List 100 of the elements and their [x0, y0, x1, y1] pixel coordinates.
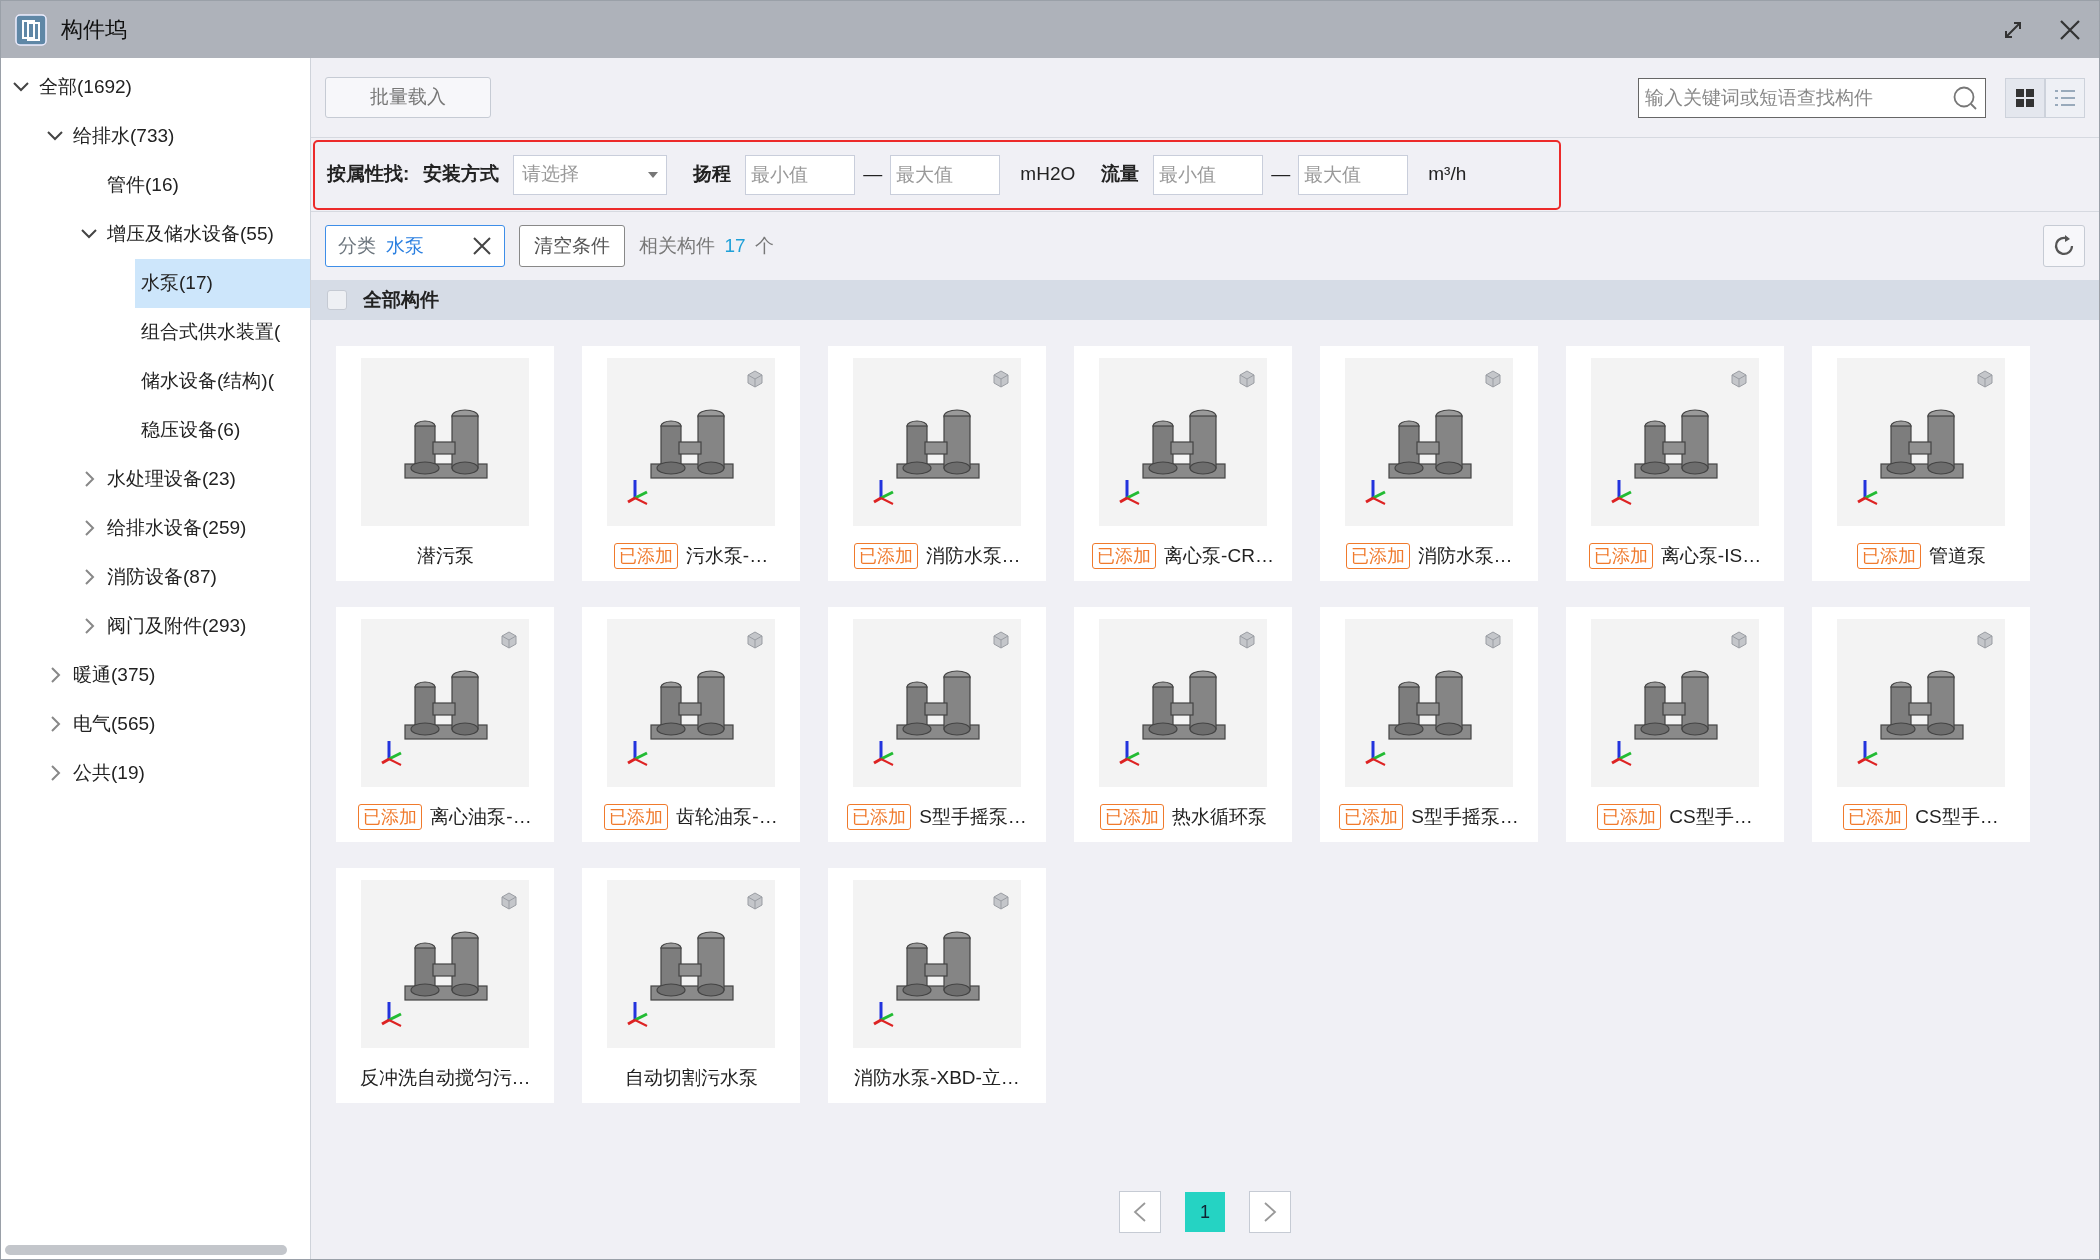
unit-label: m³/h — [1428, 162, 1467, 187]
component-card[interactable]: 已添加 消防水泵… — [1320, 346, 1538, 581]
added-tag: 已添加 — [1092, 543, 1157, 570]
component-name: 热水循环泵 — [1171, 805, 1267, 829]
tree-item[interactable]: 稳压设备(6) — [135, 412, 247, 449]
added-tag: 已添加 — [1597, 804, 1662, 831]
filter-chip[interactable]: 分类 水泵 — [325, 225, 505, 267]
component-card[interactable]: 已添加 管道泵 — [1812, 346, 2030, 581]
component-card[interactable]: 消防水泵-XBD-立… — [828, 868, 1046, 1103]
cube-icon — [747, 892, 763, 910]
added-tag: 已添加 — [1856, 543, 1921, 570]
cube-icon — [1977, 370, 1993, 388]
batch-load-button[interactable]: 批量载入 — [325, 77, 491, 118]
field-label: 扬程 — [693, 162, 732, 187]
component-card[interactable]: 已添加 热水循环泵 — [1074, 607, 1292, 842]
component-card[interactable]: 已添加 齿轮油泵-… — [582, 607, 800, 842]
chevron-left-icon[interactable] — [1133, 1201, 1147, 1223]
tree-item[interactable]: 增压及储水设备(55) — [101, 216, 280, 253]
tree-item[interactable]: 暖通(375) — [67, 657, 162, 694]
cube-icon — [1485, 631, 1501, 649]
component-name: S型手摇泵… — [919, 805, 1027, 829]
component-card[interactable]: 已添加 离心泵-IS… — [1566, 346, 1784, 581]
component-card[interactable]: 已添加 污水泵-… — [582, 346, 800, 581]
chevron-right-icon[interactable] — [1263, 1201, 1277, 1223]
close-icon[interactable] — [472, 236, 492, 256]
count-value: 17 — [724, 233, 746, 258]
horizontal-scrollbar[interactable] — [5, 1245, 287, 1255]
min-value-field[interactable]: 最小值 — [1153, 154, 1264, 195]
count-label: 相关构件 — [639, 233, 715, 258]
component-name: 管道泵 — [1928, 544, 1986, 568]
component-card[interactable]: 已添加 CS型手… — [1812, 607, 2030, 842]
added-tag: 已添加 — [604, 804, 669, 831]
tree-item[interactable]: 组合式供水装置( — [135, 314, 287, 351]
component-card[interactable]: 已添加 S型手摇泵… — [828, 607, 1046, 842]
component-card[interactable]: 反冲洗自动搅匀污… — [336, 868, 554, 1103]
component-name: CS型手… — [1669, 805, 1753, 829]
tree-item[interactable]: 水处理设备(23) — [101, 461, 242, 498]
tree-item[interactable]: 水泵(17) — [135, 259, 310, 308]
component-card[interactable]: 已添加 离心泵-CR… — [1074, 346, 1292, 581]
cube-icon — [1731, 370, 1747, 388]
field-label: 安装方式 — [423, 162, 500, 187]
cube-icon — [1977, 631, 1993, 649]
list-icon[interactable] — [2054, 87, 2076, 108]
component-name: 潜污泵 — [416, 544, 474, 568]
cube-icon — [501, 631, 517, 649]
previous-page-button[interactable] — [1119, 1191, 1161, 1233]
min-value-field[interactable]: 最小值 — [745, 154, 856, 195]
component-card[interactable]: 已添加 消防水泵… — [828, 346, 1046, 581]
component-card[interactable]: 已添加 CS型手… — [1566, 607, 1784, 842]
component-card[interactable]: 潜污泵 — [336, 346, 554, 581]
component-name: 离心泵-IS… — [1660, 544, 1762, 568]
added-tag: 已添加 — [1588, 543, 1653, 570]
tree-item[interactable]: 储水设备(结构)( — [135, 363, 280, 400]
clear-conditions-button[interactable]: 清空条件 — [519, 225, 625, 267]
cube-icon — [501, 892, 517, 910]
added-tag: 已添加 — [853, 543, 918, 570]
tree-item[interactable]: 给排水(733) — [67, 118, 181, 155]
tree-item[interactable]: 管件(16) — [101, 167, 185, 204]
range-dash: — — [863, 162, 883, 187]
next-page-button[interactable] — [1249, 1191, 1291, 1233]
component-name: 污水泵-… — [685, 544, 769, 568]
tree-item[interactable]: 电气(565) — [67, 706, 162, 743]
dropdown-caret-icon — [648, 171, 659, 178]
close-icon[interactable] — [2059, 18, 2081, 41]
added-tag: 已添加 — [1339, 804, 1404, 831]
grid-icon[interactable] — [2015, 87, 2035, 108]
refresh-button[interactable] — [2043, 225, 2085, 267]
tree-item[interactable]: 阀门及附件(293) — [101, 608, 253, 645]
checkbox[interactable] — [327, 290, 347, 310]
search-field[interactable]: 输入关键词或短语查找构件 — [1638, 77, 1986, 118]
cube-icon — [1485, 370, 1501, 388]
added-tag: 已添加 — [613, 543, 678, 570]
component-name: 消防水泵-XBD-立… — [854, 1066, 1020, 1090]
search-icon[interactable] — [1952, 84, 1978, 111]
cube-icon — [993, 631, 1009, 649]
cube-icon — [1731, 631, 1747, 649]
component-name: 齿轮油泵-… — [676, 805, 778, 829]
maximize-icon[interactable] — [2003, 19, 2023, 40]
count-unit: 个 — [755, 233, 775, 258]
cube-icon — [993, 892, 1009, 910]
unit-label: mH2O — [1020, 162, 1076, 187]
component-card[interactable]: 已添加 离心油泵-… — [336, 607, 554, 842]
component-card[interactable]: 自动切割污水泵 — [582, 868, 800, 1103]
tree-item[interactable]: 给排水设备(259) — [101, 510, 253, 547]
added-tag: 已添加 — [1843, 804, 1908, 831]
app-logo-icon — [15, 13, 47, 46]
max-value-field[interactable]: 最大值 — [1298, 154, 1409, 195]
component-card[interactable]: 已添加 S型手摇泵… — [1320, 607, 1538, 842]
added-tag: 已添加 — [1345, 543, 1410, 570]
range-dash: — — [1271, 162, 1291, 187]
page-button[interactable]: 1 — [1185, 1192, 1225, 1232]
tree-item[interactable]: 公共(19) — [67, 755, 151, 792]
tree-item[interactable]: 消防设备(87) — [101, 559, 223, 596]
cube-icon — [747, 370, 763, 388]
cube-icon — [993, 370, 1009, 388]
tree-item[interactable]: 全部(1692) — [33, 69, 138, 106]
max-value-field[interactable]: 最大值 — [890, 154, 1001, 195]
component-name: 消防水泵… — [1417, 544, 1513, 568]
added-tag: 已添加 — [358, 804, 423, 831]
grid-view-button[interactable] — [2005, 77, 2045, 118]
